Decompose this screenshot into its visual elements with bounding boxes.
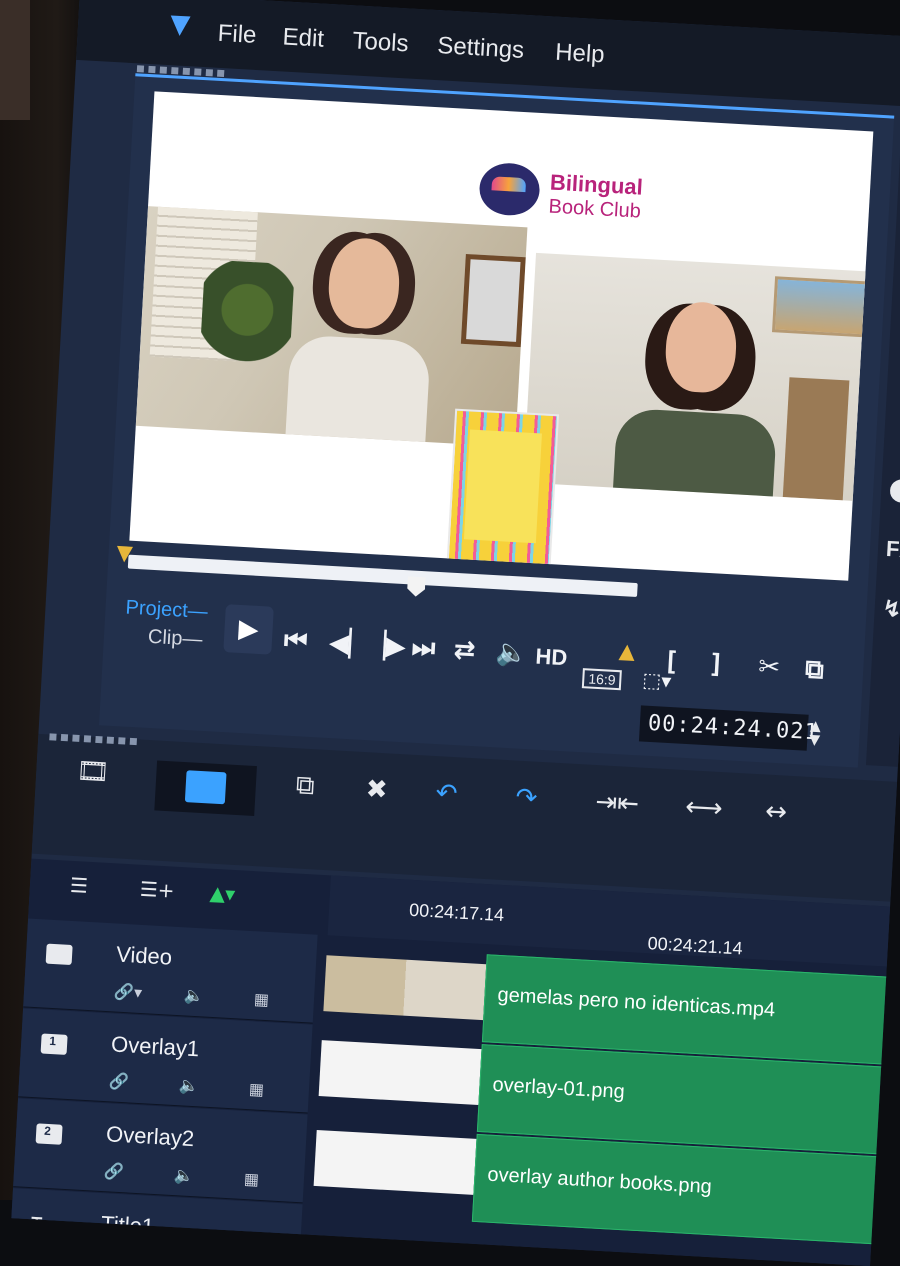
wall-picture <box>771 276 871 338</box>
timeline-panel: ☰ ☰+ ▲▾ 00:24:17.14 00:24:21.14 Video 🔗▾… <box>11 858 891 1266</box>
tools-icon[interactable]: ✖ <box>365 774 388 805</box>
timecode-spinner-icon[interactable]: ▲ ▼ <box>809 718 821 749</box>
transparency-icon[interactable]: ▦ <box>253 989 269 1009</box>
video-camera-icon <box>45 943 73 966</box>
redo-icon[interactable]: ↷ <box>515 783 538 814</box>
skip-end-icon[interactable]: ⏭ <box>411 633 436 665</box>
add-track-icon[interactable]: ☰+ <box>139 877 175 903</box>
mode-project[interactable]: Project— <box>125 597 208 625</box>
brand-subtitle: Book Club <box>548 195 642 223</box>
storyboard-view-icon[interactable]: 🎞 <box>76 756 111 788</box>
expand-icon[interactable]: ↔ <box>764 797 787 828</box>
brand-title: Bilingual <box>549 169 644 200</box>
track-number: 1 <box>48 1033 57 1049</box>
track-name: Video <box>115 941 173 970</box>
clip-thumbnail <box>318 1040 482 1105</box>
track-name: Overlay2 <box>105 1121 195 1152</box>
aspect-ratio-select[interactable]: 16:9 <box>581 668 623 691</box>
track-manager-icon[interactable]: ☰ <box>69 873 88 898</box>
mark-in-button[interactable]: [ <box>663 647 680 678</box>
link-icon[interactable]: 🔗▾ <box>114 981 143 1002</box>
menu-settings[interactable]: Settings <box>437 32 525 65</box>
mark-out-marker[interactable] <box>618 644 636 661</box>
mark-out-button[interactable]: ] <box>708 649 725 680</box>
video-frame-right <box>523 252 874 503</box>
track-header-video[interactable]: Video 🔗▾ 🔈 ▦ <box>23 918 318 1024</box>
track-header-overlay1[interactable]: 1 Overlay1 🔗 🔈 ▦ <box>18 1008 313 1114</box>
link-icon[interactable]: 🔗 <box>104 1161 125 1181</box>
clip-thumbnail <box>313 1129 477 1195</box>
person-left <box>284 234 437 448</box>
mute-icon[interactable]: 🔈 <box>173 1165 194 1185</box>
brand-logo-icon <box>478 161 541 217</box>
mirror <box>460 253 526 348</box>
toolbar-grip-icon[interactable]: ▪▪▪▪▪▪▪▪ <box>48 728 141 749</box>
record-icon[interactable]: ⬤ <box>889 476 900 503</box>
transparency-icon[interactable]: ▦ <box>243 1169 259 1189</box>
menu-file[interactable]: File <box>217 20 257 50</box>
clip-thumbnail <box>323 955 487 1021</box>
app-window: ▼ File Edit Tools Settings Help ▪▪▪▪▪▪▪▪… <box>11 0 900 1266</box>
link-icon[interactable]: 🔗 <box>109 1071 130 1091</box>
person-right <box>611 298 784 503</box>
mute-icon[interactable]: 🔈 <box>179 1075 200 1095</box>
preview-panel: ▪▪▪▪▪▪▪▪ Bilingual Book Club Project— Cl… <box>98 60 895 768</box>
shelf <box>782 377 850 501</box>
snapshot-icon[interactable]: ⧉ <box>804 655 824 687</box>
timecode-display[interactable]: 00:24:24.021 <box>638 705 819 751</box>
timeline-view-button[interactable] <box>154 760 257 817</box>
step-forward-icon[interactable]: ▕▶ <box>365 630 407 662</box>
skip-start-icon[interactable]: ⏮ <box>283 625 308 657</box>
track-name: Overlay1 <box>110 1031 200 1062</box>
plant <box>198 259 296 385</box>
path-icon[interactable]: ↯ <box>882 596 900 623</box>
book-cover <box>446 408 560 569</box>
menu-edit[interactable]: Edit <box>282 23 325 53</box>
transparency-icon[interactable]: ▦ <box>248 1079 264 1099</box>
fx-button[interactable]: FX <box>885 536 900 564</box>
play-button[interactable]: ▶ <box>223 604 274 655</box>
track-name: Title1 <box>100 1211 155 1240</box>
app-logo-icon: ▼ <box>169 9 192 41</box>
title-track-icon: T <box>30 1213 43 1234</box>
step-back-icon[interactable]: ◀▏ <box>328 628 370 660</box>
replace-clip-icon[interactable]: ⧉ <box>295 770 315 802</box>
volume-icon[interactable]: 🔈 <box>495 637 529 669</box>
scissors-icon[interactable]: ✂ <box>757 652 780 683</box>
hd-toggle[interactable]: HD <box>535 643 568 671</box>
track-number: 2 <box>43 1123 52 1139</box>
menu-help[interactable]: Help <box>554 39 606 70</box>
fit-timeline-icon[interactable]: ⇥⇤ <box>595 787 640 819</box>
mute-icon[interactable]: 🔈 <box>184 985 205 1005</box>
ruler-tick: 00:24:21.14 <box>647 933 744 959</box>
ruler-tick: 00:24:17.14 <box>408 899 505 926</box>
undo-icon[interactable]: ↶ <box>435 778 458 809</box>
preview-viewer[interactable]: Bilingual Book Club <box>129 91 874 581</box>
chapter-marker-icon[interactable]: ▲▾ <box>209 881 236 906</box>
zoom-fit-icon[interactable]: ⟷ <box>684 792 723 824</box>
mode-clip[interactable]: Clip— <box>147 626 203 652</box>
repeat-icon[interactable]: ⇄ <box>453 635 476 666</box>
track-header-overlay2[interactable]: 2 Overlay2 🔗 🔈 ▦ <box>13 1098 308 1204</box>
scrub-handle[interactable] <box>407 576 426 597</box>
menu-tools[interactable]: Tools <box>352 27 409 58</box>
